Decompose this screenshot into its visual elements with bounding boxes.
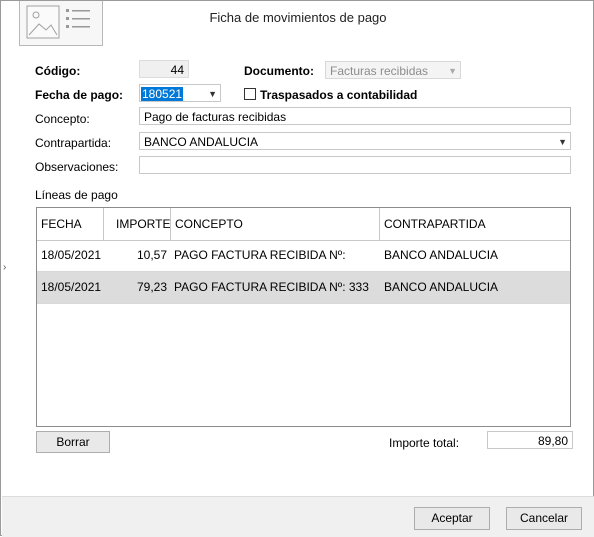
cell-fecha: 18/05/2021 [41,248,102,262]
aceptar-button[interactable]: Aceptar [414,507,490,530]
importe-total-field: 89,80 [487,431,573,449]
codigo-field[interactable]: 44 [139,60,189,78]
button-bar: Aceptar Cancelar [2,496,594,537]
cell-importe: 10,57 [136,248,167,262]
table-row[interactable]: 18/05/2021 79,23 PAGO FACTURA RECIBIDA N… [37,272,570,304]
concepto-field[interactable]: Pago de facturas recibidas [139,107,571,125]
cell-fecha: 18/05/2021 [41,280,102,294]
documento-value: Facturas recibidas [330,64,429,78]
grid-header: FECHA IMPORTE CONCEPTO CONTRAPARTIDA [37,208,570,241]
chevron-down-icon[interactable]: ▼ [208,85,217,101]
observaciones-label: Observaciones: [35,160,119,174]
window-title: Ficha de movimientos de pago [209,10,387,25]
concepto-label: Concepto: [35,112,90,126]
cell-contrapartida: BANCO ANDALUCIA [384,248,499,262]
cell-concepto: PAGO FACTURA RECIBIDA Nº: 333 [174,280,369,294]
lineas-pago-label: Líneas de pago [35,188,118,202]
fecha-pago-value: 180521 [141,87,184,101]
traspasados-label: Traspasados a contabilidad [260,88,418,102]
fecha-pago-field[interactable]: 180521 ▼ [139,84,221,102]
traspasados-checkbox[interactable] [244,88,256,100]
chevron-right-icon[interactable]: › [3,262,6,273]
borrar-button[interactable]: Borrar [36,431,110,453]
documento-label: Documento: [244,64,314,78]
contrapartida-value: BANCO ANDALUCIA [144,135,259,149]
codigo-label: Código: [35,64,81,78]
dialog-window: Ficha de movimientos de pago Código: 44 … [0,0,594,537]
column-header-concepto[interactable]: CONCEPTO [171,208,380,240]
chevron-down-icon: ▼ [448,66,457,76]
cancelar-button[interactable]: Cancelar [506,507,582,530]
column-header-importe[interactable]: IMPORTE [104,208,171,240]
column-header-contrapartida[interactable]: CONTRAPARTIDA [380,208,570,240]
documento-select[interactable]: Facturas recibidas ▼ [325,61,461,79]
cell-concepto: PAGO FACTURA RECIBIDA Nº: [174,248,346,262]
cell-importe: 79,23 [136,280,167,294]
observaciones-field[interactable] [139,156,571,174]
fecha-pago-label: Fecha de pago: [35,88,124,102]
cell-contrapartida: BANCO ANDALUCIA [384,280,499,294]
lineas-pago-grid[interactable]: FECHA IMPORTE CONCEPTO CONTRAPARTIDA 18/… [36,207,571,427]
table-row[interactable]: 18/05/2021 10,57 PAGO FACTURA RECIBIDA N… [37,240,570,272]
column-header-fecha[interactable]: FECHA [37,208,104,240]
contrapartida-label: Contrapartida: [35,136,112,150]
importe-total-label: Importe total: [389,436,460,450]
chevron-down-icon: ▼ [558,137,567,147]
contrapartida-select[interactable]: BANCO ANDALUCIA ▼ [139,132,571,150]
